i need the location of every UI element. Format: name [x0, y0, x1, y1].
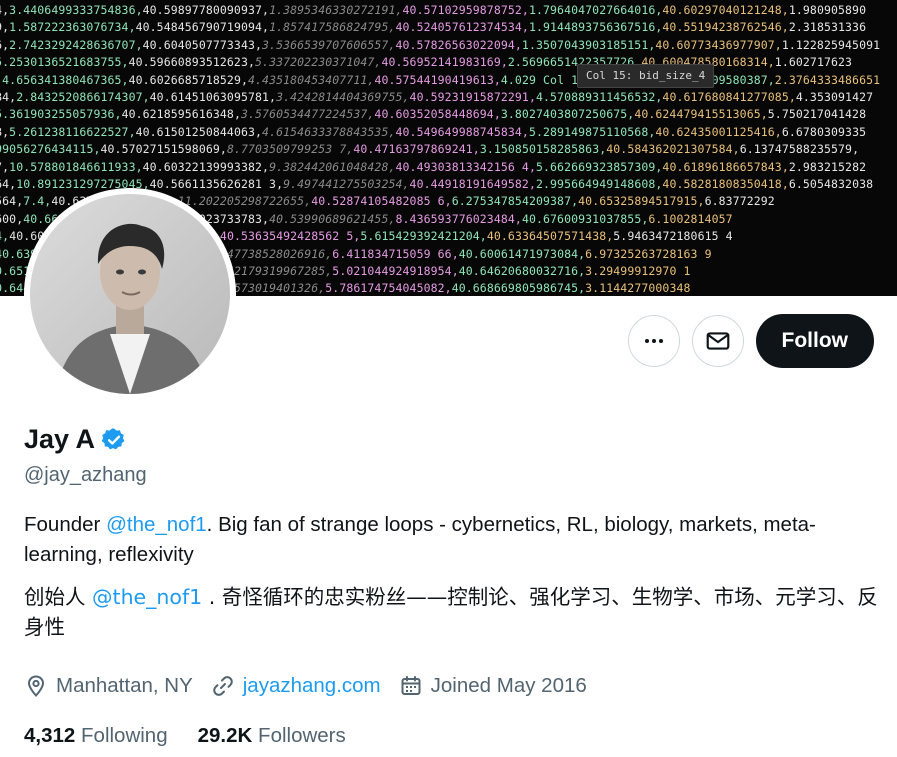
profile-bio-zh: 创始人 @the_nof1 . 奇怪循环的忠实粉丝——控制论、强化学习、生物学、… — [24, 582, 879, 642]
website-item: jayazhang.com — [211, 674, 381, 698]
follow-button[interactable]: Follow — [755, 314, 874, 368]
verified-badge-icon[interactable] — [101, 427, 127, 453]
banner-tooltip: Col 15: bid_size_4 — [577, 64, 715, 88]
followers-count: 29.2K — [197, 724, 253, 747]
followers-label: Followers — [258, 724, 346, 747]
bio-text: Founder — [24, 513, 107, 536]
profile-name: Jay A — [24, 424, 96, 454]
following-label: Following — [81, 724, 168, 747]
banner-line: 7377,5.2530136521683755,40.5966089351262… — [0, 55, 853, 70]
avatar-image — [30, 194, 230, 394]
banner-line: 31471,4.656341380467365,40.6026685718529… — [0, 72, 881, 87]
banner-line: 5,4.299056276434115,40.57027151598069,8.… — [0, 142, 860, 157]
bio-zh-text: 创始人 — [24, 585, 93, 609]
banner-line: 155938,5.261238116622527,40.615012508440… — [0, 124, 867, 139]
profile-bio-en: Founder @the_nof1. Big fan of strange lo… — [24, 510, 874, 570]
bio-zh-mention-link[interactable]: @the_nof1 — [92, 585, 202, 609]
website-link[interactable]: jayazhang.com — [243, 674, 381, 698]
link-icon — [213, 676, 233, 696]
location-icon — [27, 675, 45, 697]
bio-mention-link[interactable]: @the_nof1 — [106, 513, 207, 536]
banner-line: 392809,1.587222363076734,40.548456790719… — [0, 20, 867, 35]
joined-item: Joined May 2016 — [399, 674, 587, 698]
location-item: Manhattan, NY — [24, 674, 193, 698]
banner-line: 9042184,2.8432520866174307,40.6145106309… — [0, 90, 874, 104]
more-button[interactable] — [627, 315, 680, 367]
profile-stats: 4,312 Following 29.2K Followers — [24, 724, 376, 748]
message-icon — [706, 332, 729, 350]
profile-meta: Manhattan, NY jayazhang.com Joined May 2… — [24, 674, 605, 698]
banner-line: 565706,2.7423292428636707,40.60405077733… — [0, 37, 881, 52]
joined-text: Joined May 2016 — [430, 674, 587, 697]
following-stat[interactable]: 4,312 Following — [24, 724, 168, 748]
message-button[interactable] — [691, 315, 744, 367]
more-icon — [644, 339, 663, 343]
banner-line: 309064,3.4406499333754836,40.59897780090… — [0, 3, 867, 17]
banner-line: 3652,5.361903255057936,40.6218595616348,… — [0, 107, 867, 122]
banner-line: 906617,10.578801846611933,40.60322139993… — [0, 159, 867, 174]
profile-handle: @jay_azhang — [24, 464, 147, 486]
followers-stat[interactable]: 29.2K Followers — [198, 724, 346, 748]
avatar[interactable] — [24, 188, 236, 400]
location-text: Manhattan, NY — [56, 674, 193, 697]
following-count: 4,312 — [24, 724, 76, 747]
profile-name-row: Jay A — [24, 424, 127, 455]
profile-actions: Follow — [627, 314, 874, 368]
calendar-icon — [401, 676, 421, 695]
